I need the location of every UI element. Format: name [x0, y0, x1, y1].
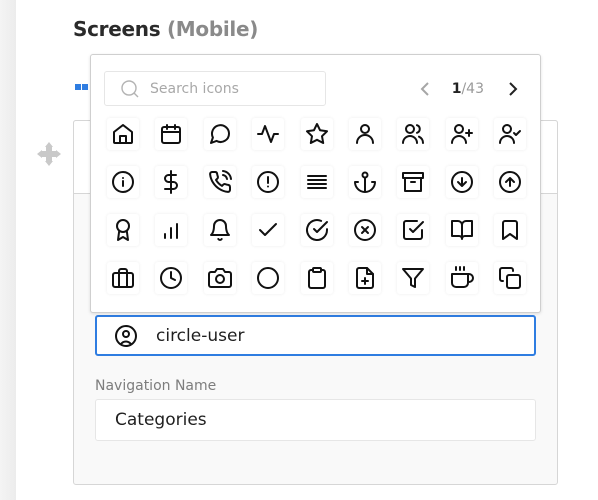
page-indicator: 1/43 — [452, 81, 484, 97]
icon-option-dollar-sign[interactable] — [155, 166, 188, 198]
navigation-name-label: Navigation Name — [95, 378, 217, 394]
icon-option-circle[interactable] — [252, 262, 285, 294]
navigation-name-value: Categories — [115, 410, 207, 430]
icon-option-check[interactable] — [252, 214, 285, 246]
icon-option-house[interactable] — [107, 118, 139, 150]
icon-option-message-circle[interactable] — [203, 118, 236, 150]
briefcase-icon — [112, 268, 134, 288]
alert-circle-icon — [257, 171, 280, 193]
icon-option-camera[interactable] — [203, 262, 236, 294]
house-icon — [113, 124, 133, 144]
icon-option-clipboard[interactable] — [300, 262, 333, 294]
icon-option-user-plus[interactable] — [445, 118, 478, 150]
icon-option-bookmark[interactable] — [494, 214, 527, 246]
total-pages: 43 — [466, 81, 484, 97]
search-placeholder: Search icons — [150, 80, 239, 97]
book-open-icon — [450, 220, 473, 240]
icon-picker-popover: Search icons 1/43 — [90, 54, 541, 313]
anchor-icon — [353, 171, 376, 193]
icon-option-anchor[interactable] — [348, 166, 381, 198]
arrow-down-circle-icon — [450, 171, 473, 193]
section-title-text: Screens — [73, 17, 161, 41]
icon-option-bar-chart[interactable] — [155, 214, 188, 246]
icon-option-arrow-up-circle[interactable] — [494, 166, 527, 198]
icon-search-input[interactable]: Search icons — [104, 71, 326, 106]
bell-icon — [209, 219, 230, 241]
icon-option-phone-call[interactable] — [203, 166, 236, 198]
check-square-icon — [403, 220, 425, 240]
arrow-up-circle-icon — [499, 171, 522, 193]
section-subtitle: (Mobile) — [166, 17, 259, 41]
icon-option-clock[interactable] — [155, 262, 188, 294]
icon-option-coffee[interactable] — [445, 262, 478, 294]
icon-option-x-circle[interactable] — [348, 214, 381, 246]
user-icon — [355, 124, 374, 144]
icon-option-alert-circle[interactable] — [252, 166, 285, 198]
coffee-icon — [450, 266, 474, 288]
icon-option-users[interactable] — [397, 118, 430, 150]
circle-icon — [257, 267, 280, 289]
left-gutter — [0, 0, 16, 500]
file-plus-icon — [355, 267, 374, 289]
users-icon — [402, 124, 425, 144]
circle-user-icon — [115, 324, 137, 347]
icon-option-user-check[interactable] — [494, 118, 527, 150]
calendar-icon — [161, 124, 182, 144]
icon-option-align-justify[interactable] — [300, 166, 333, 198]
icon-option-star[interactable] — [300, 118, 333, 150]
icon-select-value: circle-user — [156, 325, 245, 346]
icon-option-book-open[interactable] — [445, 214, 478, 246]
align-justify-icon — [306, 175, 327, 189]
award-icon — [116, 219, 130, 241]
icon-option-file-plus[interactable] — [348, 262, 381, 294]
icon-option-archive[interactable] — [397, 166, 430, 198]
filter-icon — [402, 268, 425, 288]
icon-option-check-square[interactable] — [397, 214, 430, 246]
icon-option-check-circle[interactable] — [300, 214, 333, 246]
check-circle-icon — [305, 219, 328, 242]
section-title: Screens (Mobile) — [73, 17, 258, 41]
drag-handle-icon[interactable] — [75, 84, 89, 90]
icon-option-bell[interactable] — [203, 214, 236, 246]
icon-option-calendar[interactable] — [155, 118, 188, 150]
info-icon — [112, 171, 134, 193]
chevron-left-icon — [420, 82, 429, 96]
icon-option-copy[interactable] — [494, 262, 527, 294]
chevron-right-icon — [509, 82, 518, 96]
icon-select-field[interactable]: circle-user — [95, 315, 536, 356]
archive-icon — [402, 172, 425, 192]
icon-option-info[interactable] — [107, 166, 139, 198]
search-icon — [121, 79, 139, 97]
copy-icon — [499, 267, 522, 289]
clock-icon — [160, 267, 183, 289]
camera-icon — [207, 268, 232, 288]
current-page: 1 — [451, 81, 462, 97]
check-icon — [259, 223, 278, 236]
dollar-sign-icon — [164, 170, 179, 194]
x-circle-icon — [353, 219, 376, 241]
icon-grid — [107, 118, 527, 294]
previous-page-button[interactable] — [416, 79, 434, 99]
message-circle-icon — [209, 124, 230, 144]
clipboard-icon — [307, 267, 326, 289]
star-icon — [305, 123, 328, 144]
phone-call-icon — [208, 170, 232, 193]
user-check-icon — [499, 124, 522, 144]
bar-chart-icon — [164, 223, 179, 239]
bookmark-icon — [502, 220, 519, 240]
icon-option-user[interactable] — [348, 118, 381, 150]
navigation-name-input[interactable]: Categories — [95, 399, 536, 441]
pagination: 1/43 — [416, 77, 522, 101]
move-icon[interactable] — [36, 141, 62, 167]
icon-option-activity[interactable] — [252, 118, 285, 150]
user-plus-icon — [450, 124, 473, 144]
icon-option-arrow-down-circle[interactable] — [445, 166, 478, 198]
icon-option-briefcase[interactable] — [107, 262, 139, 294]
next-page-button[interactable] — [504, 79, 522, 99]
icon-option-award[interactable] — [107, 214, 139, 246]
activity-icon — [257, 125, 280, 143]
icon-option-filter[interactable] — [397, 262, 430, 294]
